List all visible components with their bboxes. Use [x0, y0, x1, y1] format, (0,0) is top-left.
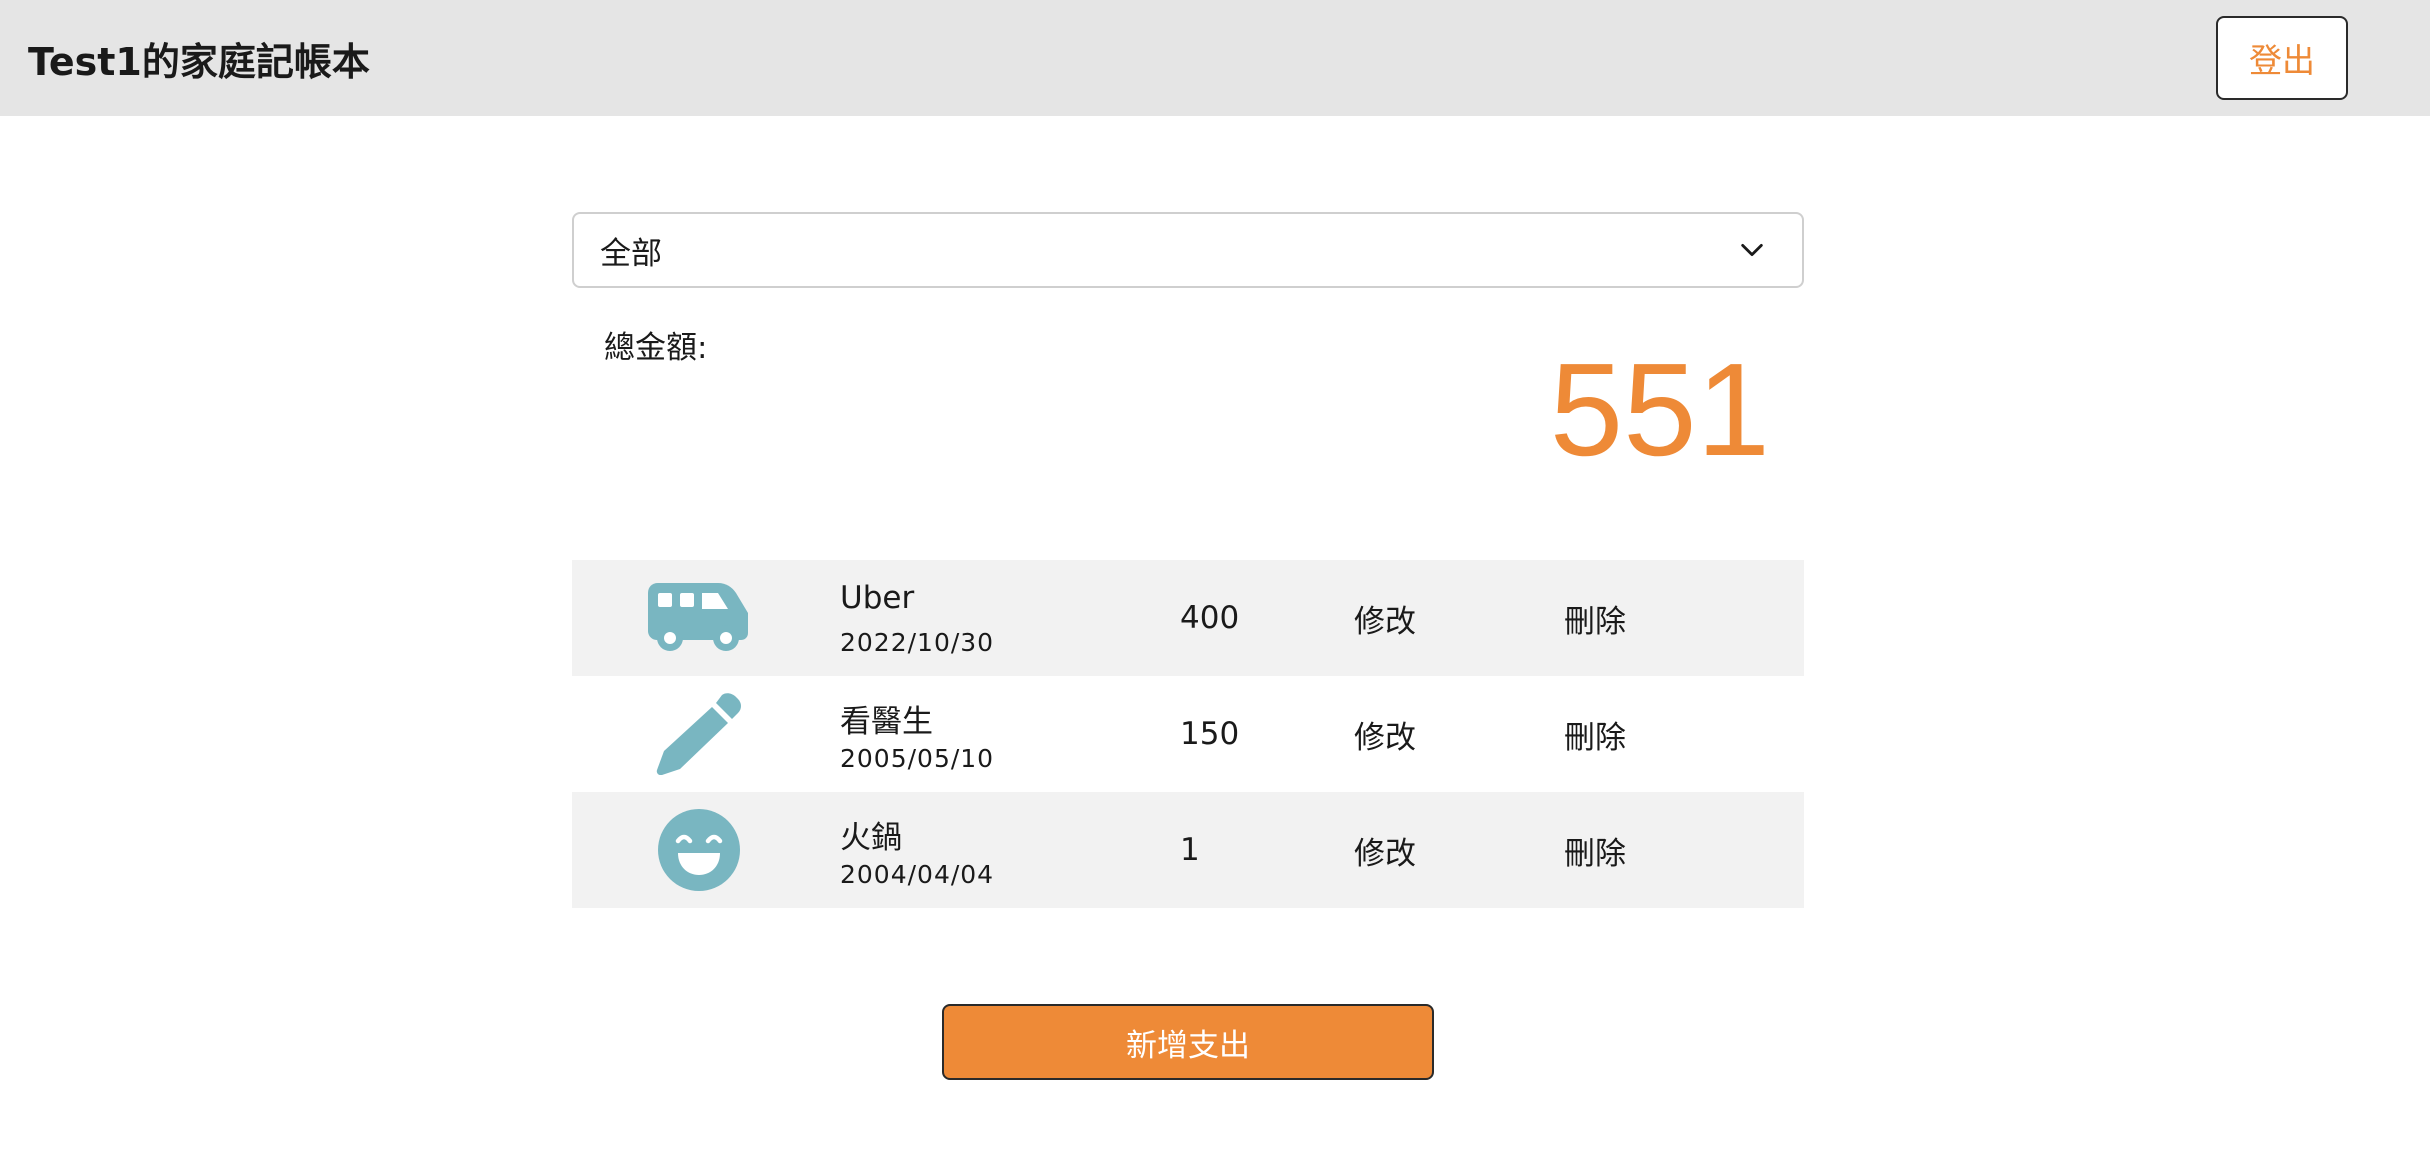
app-title: Test1的家庭記帳本 — [28, 39, 370, 84]
pencil-icon — [646, 693, 752, 775]
expense-row: Uber 2022/10/30 400 修改 刪除 — [572, 560, 1804, 676]
expense-date: 2022/10/30 — [840, 628, 995, 657]
expense-date: 2005/05/10 — [840, 744, 995, 773]
expense-amount: 400 — [1180, 600, 1240, 636]
total-amount: 551 — [1549, 336, 1770, 483]
delete-button[interactable]: 刪除 — [1564, 676, 1626, 792]
add-expense-button[interactable]: 新增支出 — [942, 1004, 1434, 1080]
expense-list: Uber 2022/10/30 400 修改 刪除 看醫生 2005/05/10… — [572, 560, 1804, 908]
expense-row: 火鍋 2004/04/04 1 修改 刪除 — [572, 792, 1804, 908]
smile-icon — [646, 809, 752, 891]
edit-button[interactable]: 修改 — [1354, 676, 1416, 792]
expense-date: 2004/04/04 — [840, 860, 995, 889]
expense-amount: 1 — [1180, 832, 1200, 868]
category-filter-select[interactable]: 全部 — [572, 212, 1804, 288]
filter-selected-value: 全部 — [600, 235, 662, 272]
delete-button[interactable]: 刪除 — [1564, 560, 1626, 676]
top-bar: Test1的家庭記帳本 登出 — [0, 0, 2430, 116]
edit-button[interactable]: 修改 — [1354, 560, 1416, 676]
delete-button[interactable]: 刪除 — [1564, 792, 1626, 908]
chevron-down-icon — [1741, 243, 1763, 257]
expense-name: 看醫生 — [840, 704, 933, 740]
expense-name: Uber — [840, 580, 915, 616]
expense-row: 看醫生 2005/05/10 150 修改 刪除 — [572, 676, 1804, 792]
bus-icon — [646, 578, 752, 658]
logout-button[interactable]: 登出 — [2216, 16, 2348, 100]
expense-name: 火鍋 — [840, 820, 902, 856]
expense-amount: 150 — [1180, 716, 1240, 752]
edit-button[interactable]: 修改 — [1354, 792, 1416, 908]
total-label: 總金額: — [604, 330, 708, 366]
